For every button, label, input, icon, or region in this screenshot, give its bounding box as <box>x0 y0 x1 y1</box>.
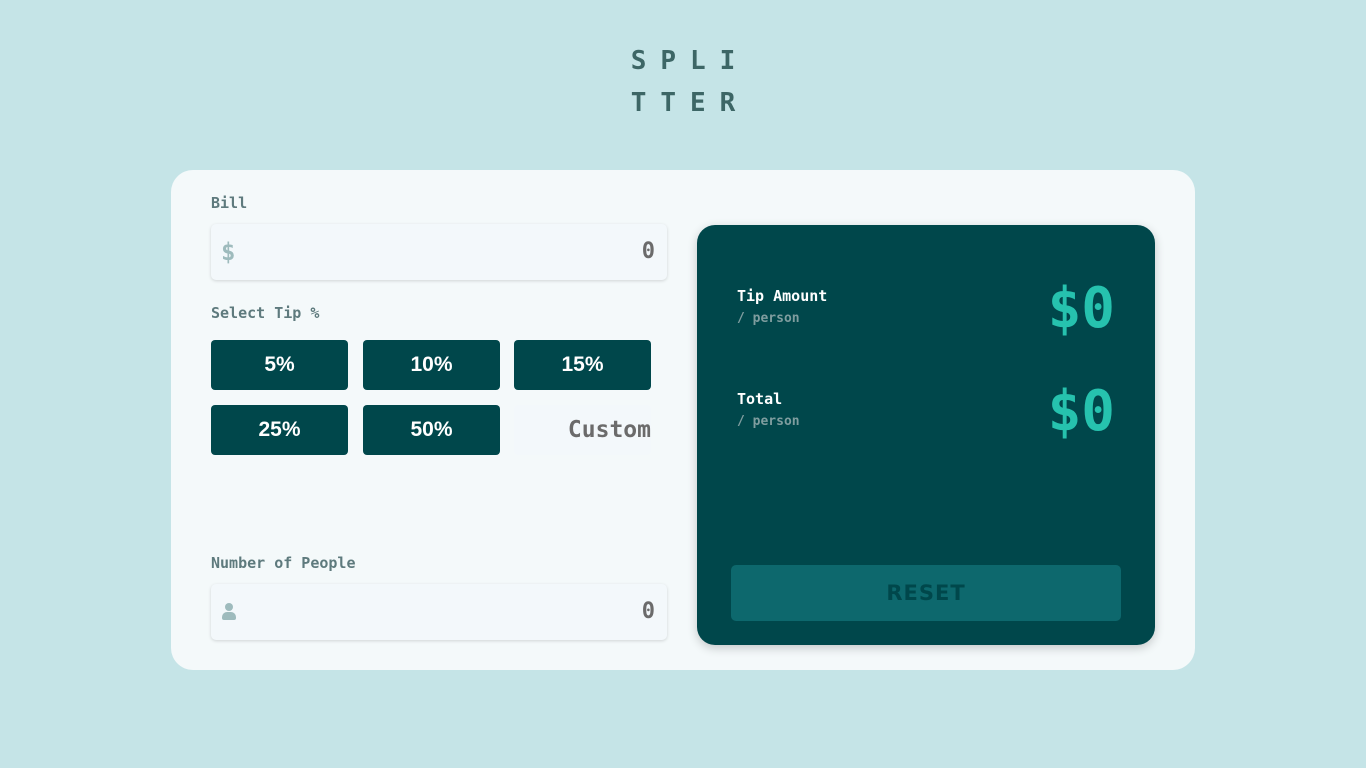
total-per-person: / person <box>737 414 800 429</box>
people-input[interactable]: 0 <box>211 584 667 640</box>
tip-50-button[interactable]: 50% <box>363 405 500 455</box>
app-logo: SPLI TTER <box>0 40 1366 124</box>
tip-amount-value: $0 <box>1047 276 1115 341</box>
logo-line-1: SPLI <box>630 46 750 76</box>
total-value: $0 <box>1047 379 1115 444</box>
people-value: 0 <box>641 599 655 624</box>
tip-amount-per-person: / person <box>737 311 800 326</box>
bill-label: Bill <box>211 194 248 212</box>
select-tip-label: Select Tip % <box>211 304 320 322</box>
results-panel: Tip Amount / person $0 Total / person $0… <box>697 225 1155 645</box>
tip-25-button[interactable]: 25% <box>211 405 348 455</box>
total-label: Total <box>737 390 783 408</box>
reset-button[interactable]: RESET <box>731 565 1121 621</box>
tip-amount-label: Tip Amount <box>737 287 828 305</box>
person-icon <box>221 603 237 621</box>
bill-value: 0 <box>641 239 655 264</box>
tip-5-button[interactable]: 5% <box>211 340 348 390</box>
custom-tip-input[interactable]: Custom <box>514 405 651 455</box>
tip-10-button[interactable]: 10% <box>363 340 500 390</box>
bill-input[interactable]: $ 0 <box>211 224 667 280</box>
people-label: Number of People <box>211 554 356 572</box>
tip-15-button[interactable]: 15% <box>514 340 651 390</box>
dollar-icon: $ <box>221 238 236 266</box>
calculator-card: Bill $ 0 Select Tip % 5% 10% 15% 25% 50%… <box>171 170 1195 670</box>
logo-line-2: TTER <box>630 88 750 118</box>
